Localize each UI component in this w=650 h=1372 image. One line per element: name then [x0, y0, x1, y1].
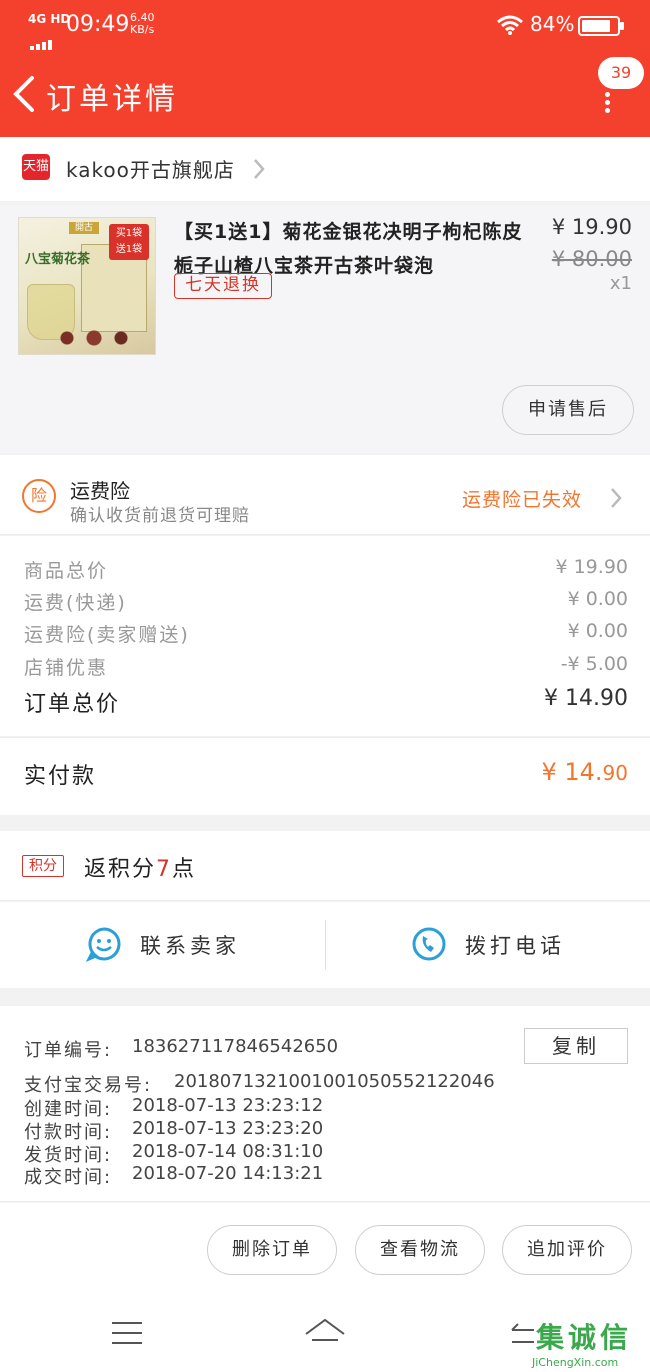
currency-symbol: ¥ [541, 758, 565, 786]
add-review-button[interactable]: 追加评价 [502, 1225, 632, 1275]
back-arrow-icon[interactable] [10, 74, 40, 114]
order-info: 订单编号: 183627117846542650 复制 支付宝交易号: 2018… [0, 1006, 650, 1202]
price-summary: 商品总价 ¥ 19.90 运费(快递) ¥ 0.00 运费险(卖家赠送) ¥ 0… [0, 536, 650, 736]
insurance-icon: 险 [22, 479, 56, 513]
alipay-trade-number: 2018071321001001050552122046 [174, 1071, 495, 1092]
product-card[interactable]: 開古 八宝菊花茶 买1袋 送1袋 【买1送1】菊花金银花决明子枸杞陈皮栀子山楂八宝… [0, 205, 650, 453]
shipping-insurance-row[interactable]: 险 运费险 确认收货前退货可理赔 运费险已失效 [0, 455, 650, 535]
network-indicator: 4G HD [28, 12, 71, 26]
signal-icon [30, 26, 56, 50]
summary-label: 运费(快递) [24, 592, 127, 614]
copy-button[interactable]: 复制 [524, 1028, 628, 1064]
shop-name[interactable]: kakoo开古旗舰店 [66, 154, 235, 183]
order-actions: 删除订单 查看物流 追加评价 [0, 1203, 650, 1298]
original-price: ¥ 80.00 [551, 247, 632, 271]
clock: 09:49 [66, 12, 130, 37]
wifi-icon [497, 15, 523, 35]
alipay-trade-row: 支付宝交易号: 2018071321001001050552122046 [24, 1071, 495, 1097]
order-total-value: ¥ 14.90 [544, 686, 628, 711]
order-number-row: 订单编号: 183627117846542650 [24, 1036, 338, 1062]
return-policy-tag: 七天退换 [174, 273, 272, 299]
contact-bar: 联系卖家 拨打电话 [0, 902, 650, 988]
summary-row: 运费险(卖家赠送) ¥ 0.00 [0, 620, 650, 652]
amount-paid-row: 实付款 ¥ 14.90 [0, 737, 650, 815]
promo-line-1: 买1袋 [115, 228, 143, 239]
contact-seller-label: 联系卖家 [140, 934, 240, 958]
amount-paid-label: 实付款 [24, 764, 97, 789]
tmall-icon: 天猫 [22, 154, 50, 180]
speed-unit: KB/s [130, 23, 155, 36]
amount-paid-value: ¥ 14.90 [541, 758, 628, 786]
battery-icon [578, 16, 624, 36]
points-value: 7 [156, 857, 173, 882]
points-text: 返积分7点 [84, 851, 196, 883]
home-icon[interactable] [302, 1316, 348, 1352]
insurance-title: 运费险 [70, 479, 130, 503]
summary-label: 店铺优惠 [24, 657, 109, 679]
completed-time: 2018-07-20 14:13:21 [132, 1163, 324, 1184]
watermark: 集诚信 JiChengXin.com [532, 1316, 650, 1372]
product-brand-text: 八宝菊花茶 [25, 252, 91, 267]
watermark-cn: 集诚信 [536, 1321, 633, 1354]
insurance-subtitle: 确认收货前退货可理赔 [70, 506, 250, 526]
summary-label: 运费险(卖家赠送) [24, 624, 190, 646]
summary-value: ¥ 19.90 [555, 556, 628, 578]
shipped-time: 2018-07-14 08:31:10 [132, 1141, 324, 1162]
message-count-badge[interactable]: 39 [598, 57, 644, 89]
battery-percent: 84% [530, 12, 575, 36]
call-phone-label: 拨打电话 [465, 934, 565, 958]
product-quantity: x1 [609, 273, 632, 294]
order-total-label: 订单总价 [24, 692, 121, 717]
summary-row: 运费(快递) ¥ 0.00 [0, 588, 650, 620]
flowers-shape [49, 326, 139, 350]
view-logistics-button[interactable]: 查看物流 [355, 1225, 485, 1275]
info-label: 支付宝交易号: [24, 1075, 153, 1096]
summary-value: ¥ 0.00 [567, 588, 628, 610]
promo-line-2: 送1袋 [115, 244, 143, 255]
product-logo: 開古 [69, 222, 99, 234]
info-label: 付款时间: [24, 1122, 113, 1143]
apply-after-sale-button[interactable]: 申请售后 [502, 385, 634, 435]
delete-order-button[interactable]: 删除订单 [207, 1225, 337, 1275]
chevron-right-icon [611, 488, 622, 508]
menu-icon[interactable] [112, 1322, 142, 1346]
created-time: 2018-07-13 23:23:12 [132, 1095, 324, 1116]
product-price: ¥ 19.90 [551, 215, 632, 239]
summary-value: -¥ 5.00 [560, 653, 628, 675]
more-menu-icon[interactable] [602, 92, 612, 114]
info-label: 订单编号: [24, 1040, 113, 1061]
product-image[interactable]: 開古 八宝菊花茶 买1袋 送1袋 [18, 217, 156, 355]
chat-icon [86, 927, 121, 962]
points-row: 积分 返积分7点 [0, 831, 650, 901]
points-suffix: 点 [172, 857, 197, 882]
watermark-en: JiChengXin.com [532, 1356, 619, 1369]
shop-row[interactable]: 天猫 kakoo开古旗舰店 [0, 137, 650, 201]
status-bar: 4G HD 09:49 6.40 KB/s 84% [0, 0, 650, 50]
order-total-row: 订单总价 ¥ 14.90 [0, 686, 650, 718]
summary-row: 店铺优惠 -¥ 5.00 [0, 653, 650, 685]
promo-sticker: 买1袋 送1袋 [109, 224, 149, 260]
paid-time: 2018-07-13 23:23:20 [132, 1118, 324, 1139]
points-badge: 积分 [22, 855, 64, 877]
order-number: 183627117846542650 [132, 1036, 339, 1057]
contact-seller-button[interactable]: 联系卖家 [0, 902, 325, 988]
info-label: 创建时间: [24, 1099, 113, 1120]
battery-fill [582, 20, 610, 32]
page-title: 订单详情 [46, 82, 178, 117]
points-prefix: 返积分 [84, 857, 157, 882]
insurance-status[interactable]: 运费险已失效 [462, 485, 582, 512]
phone-icon [412, 927, 446, 961]
paid-integer: 14. [564, 758, 603, 786]
summary-label: 商品总价 [24, 560, 109, 582]
call-phone-button[interactable]: 拨打电话 [325, 902, 650, 988]
info-label: 成交时间: [24, 1167, 113, 1188]
network-speed: 6.40 KB/s [130, 12, 155, 36]
summary-row: 商品总价 ¥ 19.90 [0, 556, 650, 588]
completed-time-row: 成交时间: 2018-07-20 14:13:21 [24, 1163, 323, 1189]
paid-decimal: 90 [602, 761, 628, 785]
summary-value: ¥ 0.00 [567, 620, 628, 642]
chevron-right-icon [254, 159, 265, 179]
app-header: 4G HD 09:49 6.40 KB/s 84% 订单详情 39 [0, 0, 650, 137]
